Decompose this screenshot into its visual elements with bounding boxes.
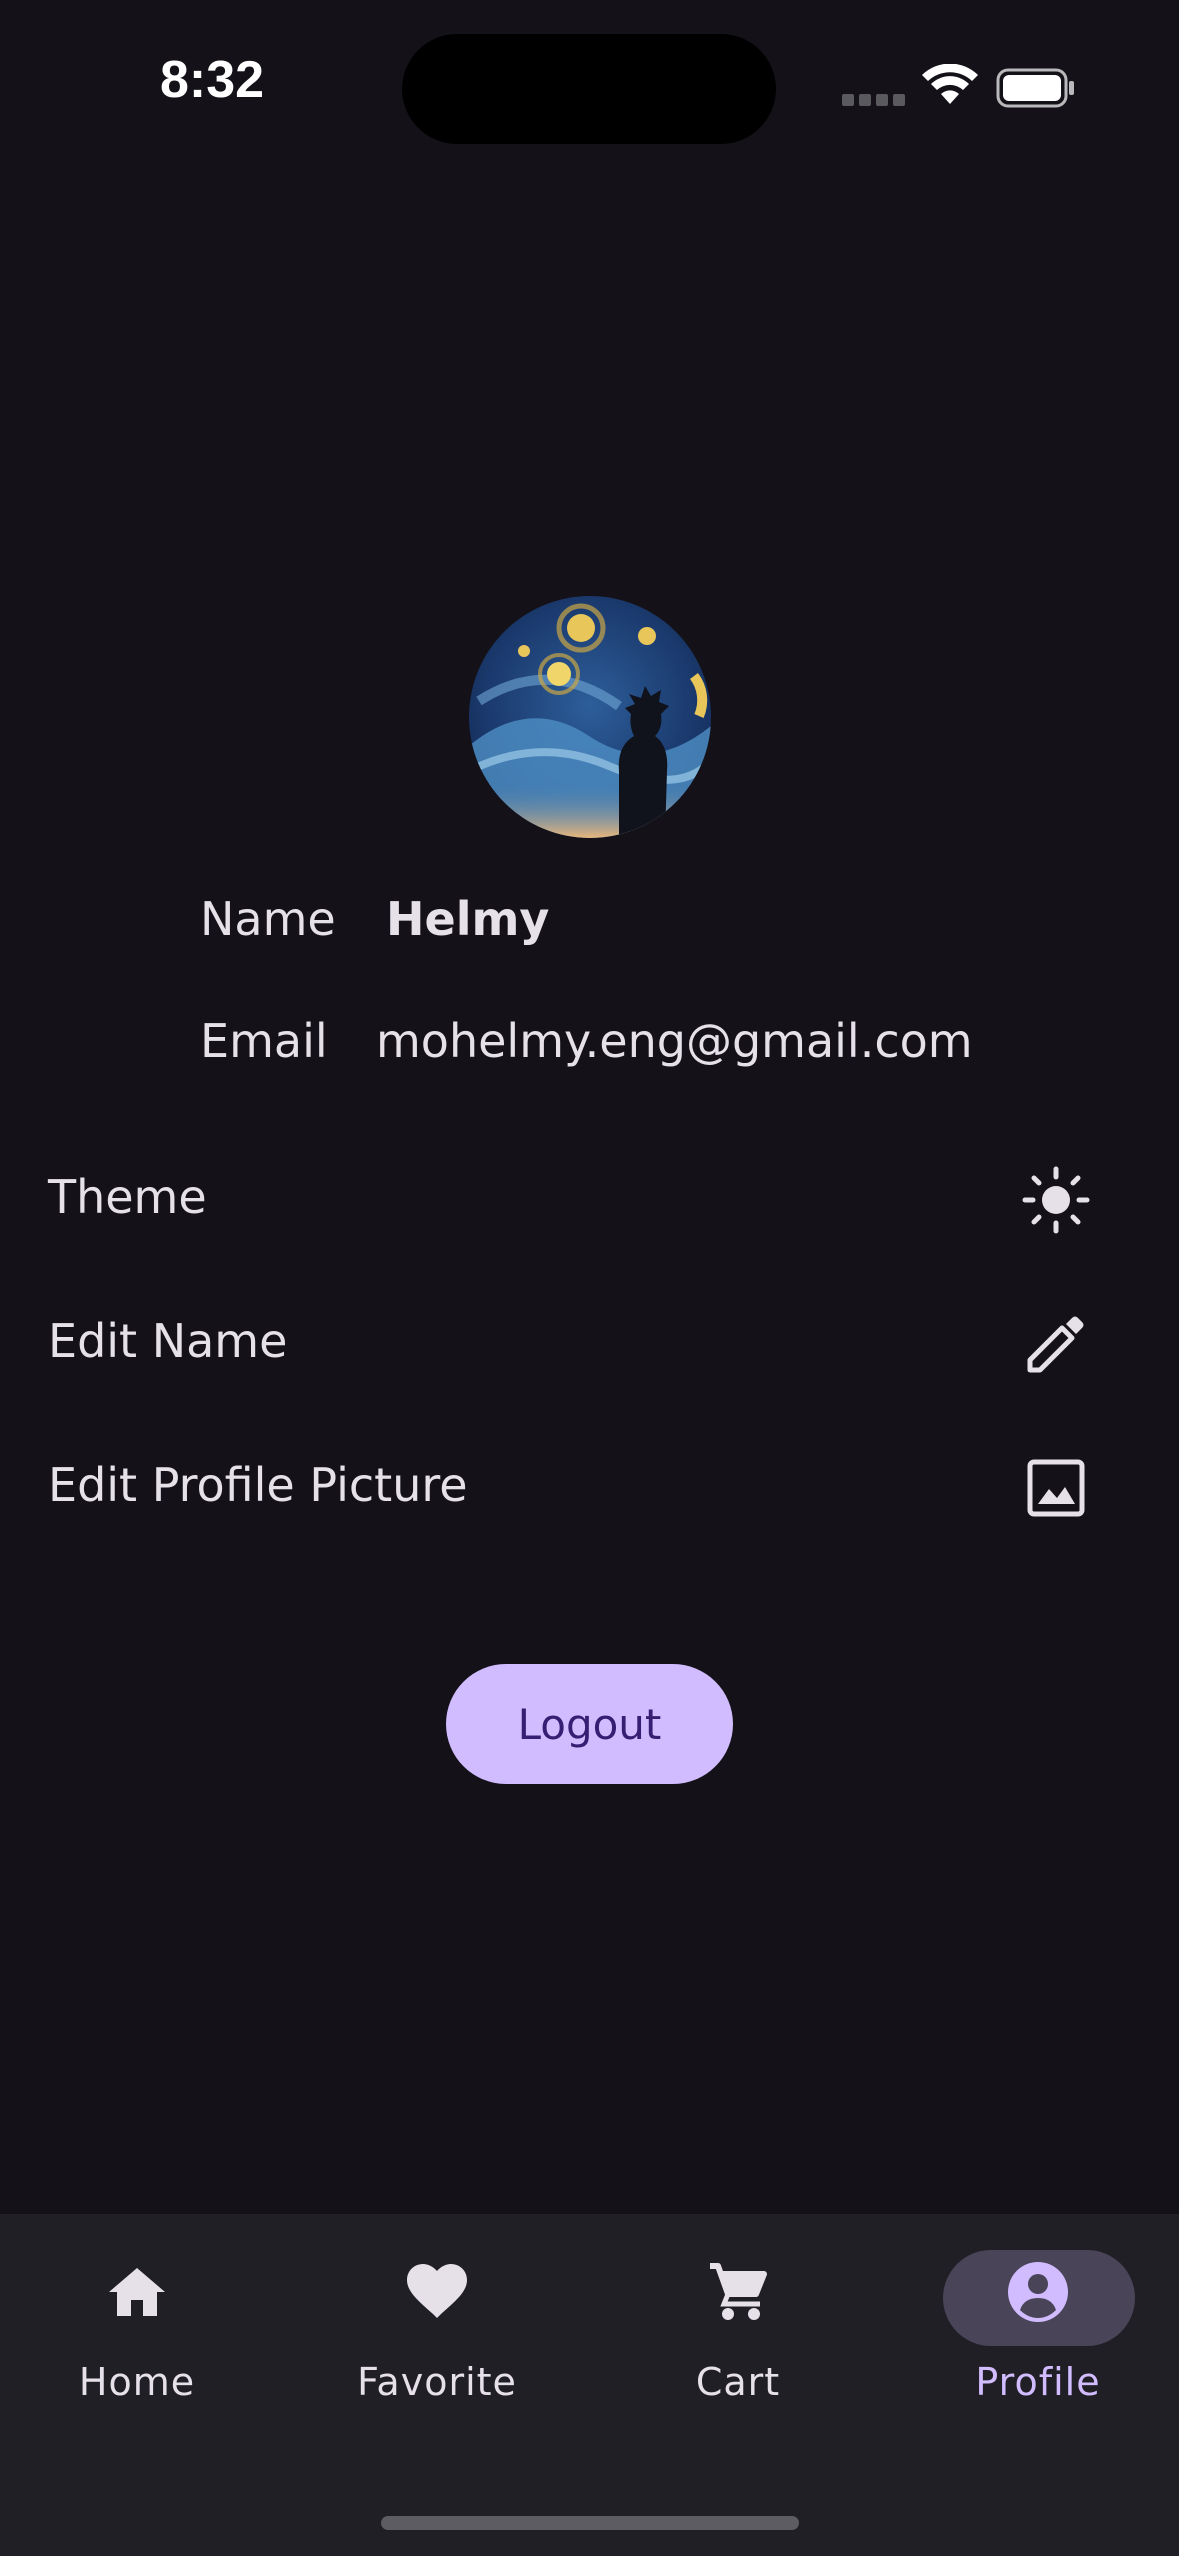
sun-icon[interactable] [1022,1166,1090,1234]
nav-label-home: Home [78,2360,196,2404]
name-value: Helmy [386,892,550,946]
status-time: 8:32 [160,51,265,109]
heart-icon [407,2264,467,2318]
pencil-icon[interactable] [1022,1310,1090,1378]
theme-row[interactable]: Theme [0,1140,1179,1260]
theme-label: Theme [48,1170,207,1224]
nav-item-home[interactable]: Home [7,2214,267,2414]
edit-name-label: Edit Name [48,1314,288,1368]
image-icon[interactable] [1022,1454,1090,1522]
cellular-signal-icon [842,94,906,106]
nav-item-favorite[interactable]: Favorite [307,2214,567,2414]
battery-icon [996,68,1074,108]
home-icon [109,2268,165,2316]
logout-label: Logout [517,1699,662,1749]
email-value: mohelmy.eng@gmail.com [376,1014,973,1068]
wifi-icon [922,64,978,104]
account-circle-icon [1008,2262,1068,2322]
edit-picture-label: Edit Profile Picture [48,1458,468,1512]
dynamic-island [402,34,776,144]
profile-avatar [469,596,711,838]
nav-label-profile: Profile [975,2360,1101,2404]
name-label: Name [200,892,336,946]
edit-name-row[interactable]: Edit Name [0,1284,1179,1404]
cart-icon [710,2263,767,2320]
edit-picture-row[interactable]: Edit Profile Picture [0,1428,1179,1548]
logout-button[interactable]: Logout [446,1664,733,1784]
nav-item-profile[interactable]: Profile [908,2214,1168,2414]
nav-label-favorite: Favorite [357,2360,517,2404]
nav-item-cart[interactable]: Cart [608,2214,868,2414]
email-label: Email [200,1014,328,1068]
nav-label-cart: Cart [695,2360,781,2404]
home-indicator [381,2516,799,2530]
bottom-navigation: Home Favorite Cart Profile [0,2214,1179,2556]
